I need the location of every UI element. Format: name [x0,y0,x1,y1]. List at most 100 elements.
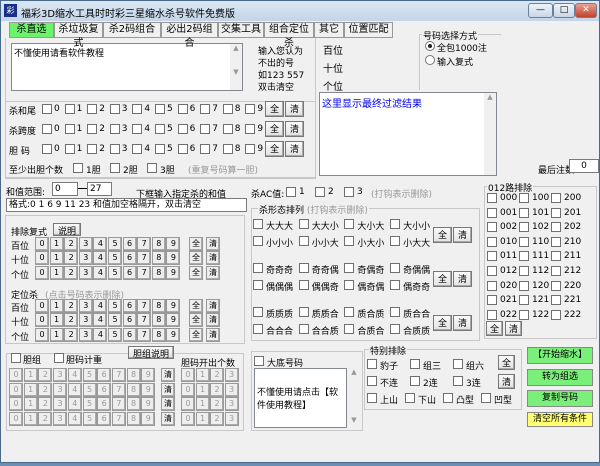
scrollbar[interactable]: ▲ [484,93,496,175]
number-button[interactable]: 5 [108,251,122,266]
special-checkbox[interactable] [367,359,377,369]
number-button[interactable]: 3 [78,251,93,266]
clear-button[interactable]: 清 [161,382,175,397]
shape-checkbox[interactable] [298,307,309,317]
road012-checkbox[interactable] [487,236,497,247]
road012-checkbox[interactable] [487,251,497,262]
digit-checkbox[interactable] [109,104,120,114]
number-button[interactable]: 7 [137,313,152,328]
number-button[interactable]: 0 [35,299,49,313]
shape-checkbox[interactable] [390,236,401,246]
number-button[interactable]: 7 [137,327,152,342]
digit-checkbox[interactable] [132,124,143,134]
select-all-button[interactable]: 全 [265,141,284,157]
shape-checkbox[interactable] [298,324,309,334]
number-button[interactable]: 5 [108,299,122,313]
dan-number-button[interactable]: 7 [111,368,126,382]
kill-number-input[interactable]: 不懂使用请看软件教程 ▲ ▼ [11,43,243,91]
tab-7[interactable]: 位置匹配 [344,22,393,38]
dan-number-button[interactable]: 9 [141,382,156,397]
ac-checkbox[interactable] [286,187,296,197]
dan-number-button[interactable]: 2 [38,411,53,426]
dan-number-button[interactable]: 6 [97,382,112,397]
tab-5[interactable]: 组合定位杀 [264,22,314,49]
sum-to-input[interactable]: 27 [87,182,112,196]
dan-count-checkbox[interactable] [147,163,157,173]
select-all-button[interactable]: 全 [433,271,452,287]
dan-number-button[interactable]: 2 [38,368,53,382]
dan-number-button[interactable]: 6 [97,397,112,411]
road012-checkbox[interactable] [519,207,529,218]
road012-checkbox[interactable] [551,222,561,233]
dan-count-button[interactable]: 0 [181,368,195,382]
digit-checkbox[interactable] [132,104,143,114]
number-button[interactable]: 8 [151,299,166,313]
number-button[interactable]: 8 [151,265,166,280]
special-checkbox[interactable] [405,393,415,403]
road012-checkbox[interactable] [551,236,561,247]
digit-checkbox[interactable] [177,104,188,114]
shape-checkbox[interactable] [298,219,309,229]
number-button[interactable]: 6 [122,313,137,328]
dan-number-button[interactable]: 1 [23,382,38,397]
shape-checkbox[interactable] [390,280,401,290]
road012-checkbox[interactable] [487,207,497,218]
road012-checkbox[interactable] [551,207,561,218]
base-scrollbar[interactable]: ▲ ▼ [348,368,360,428]
digit-checkbox[interactable] [42,124,52,134]
dan-count-button[interactable]: 1 [195,411,210,426]
shape-checkbox[interactable] [344,324,355,334]
digit-checkbox[interactable] [222,104,233,114]
number-button[interactable]: 7 [137,251,152,266]
dan-number-button[interactable]: 4 [67,397,82,411]
base-textarea[interactable]: 不懂使用请点击【软件使用教程】 [254,368,347,428]
road012-checkbox[interactable] [519,295,529,306]
shape-checkbox[interactable] [344,236,355,246]
number-button[interactable]: 8 [151,327,166,342]
clear-all-button[interactable]: 清空所有条件 [527,412,593,427]
to-group-button[interactable]: 转为组选 [527,369,593,386]
shape-checkbox[interactable] [344,263,355,273]
number-button[interactable]: 7 [137,299,152,313]
tab-4[interactable]: 交集工具 [218,22,264,38]
road012-checkbox[interactable] [519,222,529,233]
number-button[interactable]: 5 [108,327,122,342]
tab-6[interactable]: 其它 [314,22,344,38]
number-button[interactable]: 3 [78,265,93,280]
dan-number-button[interactable]: 7 [111,411,126,426]
shape-checkbox[interactable] [298,263,309,273]
select-all-button[interactable]: 全 [498,355,515,370]
dan-count-button[interactable]: 2 [210,368,224,382]
dan-number-button[interactable]: 7 [111,397,126,411]
dan-number-button[interactable]: 2 [38,397,53,411]
dan-number-button[interactable]: 0 [9,368,23,382]
road012-checkbox[interactable] [487,309,497,320]
digit-checkbox[interactable] [155,104,165,114]
copy-button[interactable]: 复制号码 [527,390,593,407]
number-button[interactable]: 5 [108,237,122,251]
dan-number-button[interactable]: 1 [23,397,38,411]
clear-button[interactable]: 清 [206,327,220,342]
dan-number-button[interactable]: 6 [97,411,112,426]
clear-button[interactable]: 清 [505,321,522,336]
number-button[interactable]: 9 [166,237,181,251]
dan-number-button[interactable]: 3 [53,368,68,382]
select-all-button[interactable]: 全 [189,327,203,342]
number-button[interactable]: 7 [137,265,152,280]
number-button[interactable]: 7 [137,237,152,251]
special-checkbox[interactable] [367,393,377,403]
digit-checkbox[interactable] [222,124,233,134]
clear-button[interactable]: 清 [206,237,220,251]
number-button[interactable]: 1 [49,327,64,342]
ac-checkbox[interactable] [315,187,325,197]
dan-number-button[interactable]: 1 [23,411,38,426]
dan-help-button[interactable]: 胆组说明 [128,346,174,360]
special-checkbox[interactable] [453,376,463,386]
result-textarea[interactable]: 这里显示最终过滤结果 ▲ [319,92,497,176]
number-button[interactable]: 4 [93,299,108,313]
dan-count-button[interactable]: 3 [224,368,239,382]
clear-button[interactable]: 清 [161,368,175,382]
number-button[interactable]: 2 [64,265,79,280]
shape-checkbox[interactable] [253,219,263,229]
digit-checkbox[interactable] [200,144,211,154]
